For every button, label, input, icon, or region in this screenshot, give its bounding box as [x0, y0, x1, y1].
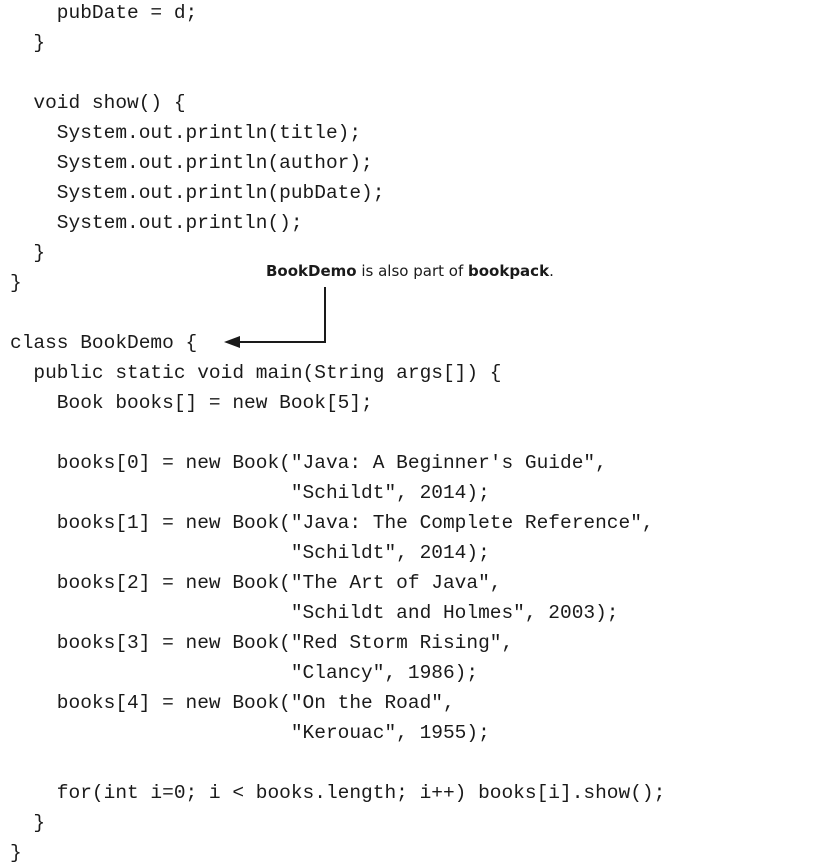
code-line: books[4] = new Book("On the Road", — [10, 692, 455, 714]
callout-arrowhead — [224, 336, 240, 348]
annotation-class-name: BookDemo — [266, 262, 357, 280]
code-line: } — [10, 812, 46, 834]
code-line: } — [10, 242, 46, 264]
code-line: } — [10, 32, 46, 54]
code-line: System.out.println(); — [10, 212, 303, 234]
code-line: System.out.println(author); — [10, 152, 373, 174]
code-line: for(int i=0; i < books.length; i++) book… — [10, 782, 666, 804]
code-line: } — [10, 272, 22, 294]
code-line: class BookDemo { — [10, 332, 198, 354]
code-line: "Clancy", 1986); — [10, 662, 479, 684]
code-line: } — [10, 842, 22, 864]
code-line: books[0] = new Book("Java: A Beginner's … — [10, 452, 607, 474]
code-line: books[1] = new Book("Java: The Complete … — [10, 512, 654, 534]
callout-annotation: BookDemo is also part of bookpack. — [266, 261, 554, 281]
code-line: System.out.println(title); — [10, 122, 362, 144]
annotation-middle-text: is also part of — [356, 262, 468, 280]
code-line: pubDate = d; — [10, 2, 198, 24]
callout-leader-line — [236, 287, 326, 343]
code-line: void show() { — [10, 92, 186, 114]
code-line: Book books[] = new Book[5]; — [10, 392, 373, 414]
code-line: books[3] = new Book("Red Storm Rising", — [10, 632, 514, 654]
code-line: public static void main(String args[]) { — [10, 362, 502, 384]
code-line: "Kerouac", 1955); — [10, 722, 490, 744]
code-line: System.out.println(pubDate); — [10, 182, 385, 204]
annotation-package-name: bookpack — [468, 262, 550, 280]
annotation-end-text: . — [549, 262, 554, 280]
code-line: "Schildt", 2014); — [10, 542, 490, 564]
code-line: "Schildt and Holmes", 2003); — [10, 602, 619, 624]
code-line: "Schildt", 2014); — [10, 482, 490, 504]
code-line: books[2] = new Book("The Art of Java", — [10, 572, 502, 594]
